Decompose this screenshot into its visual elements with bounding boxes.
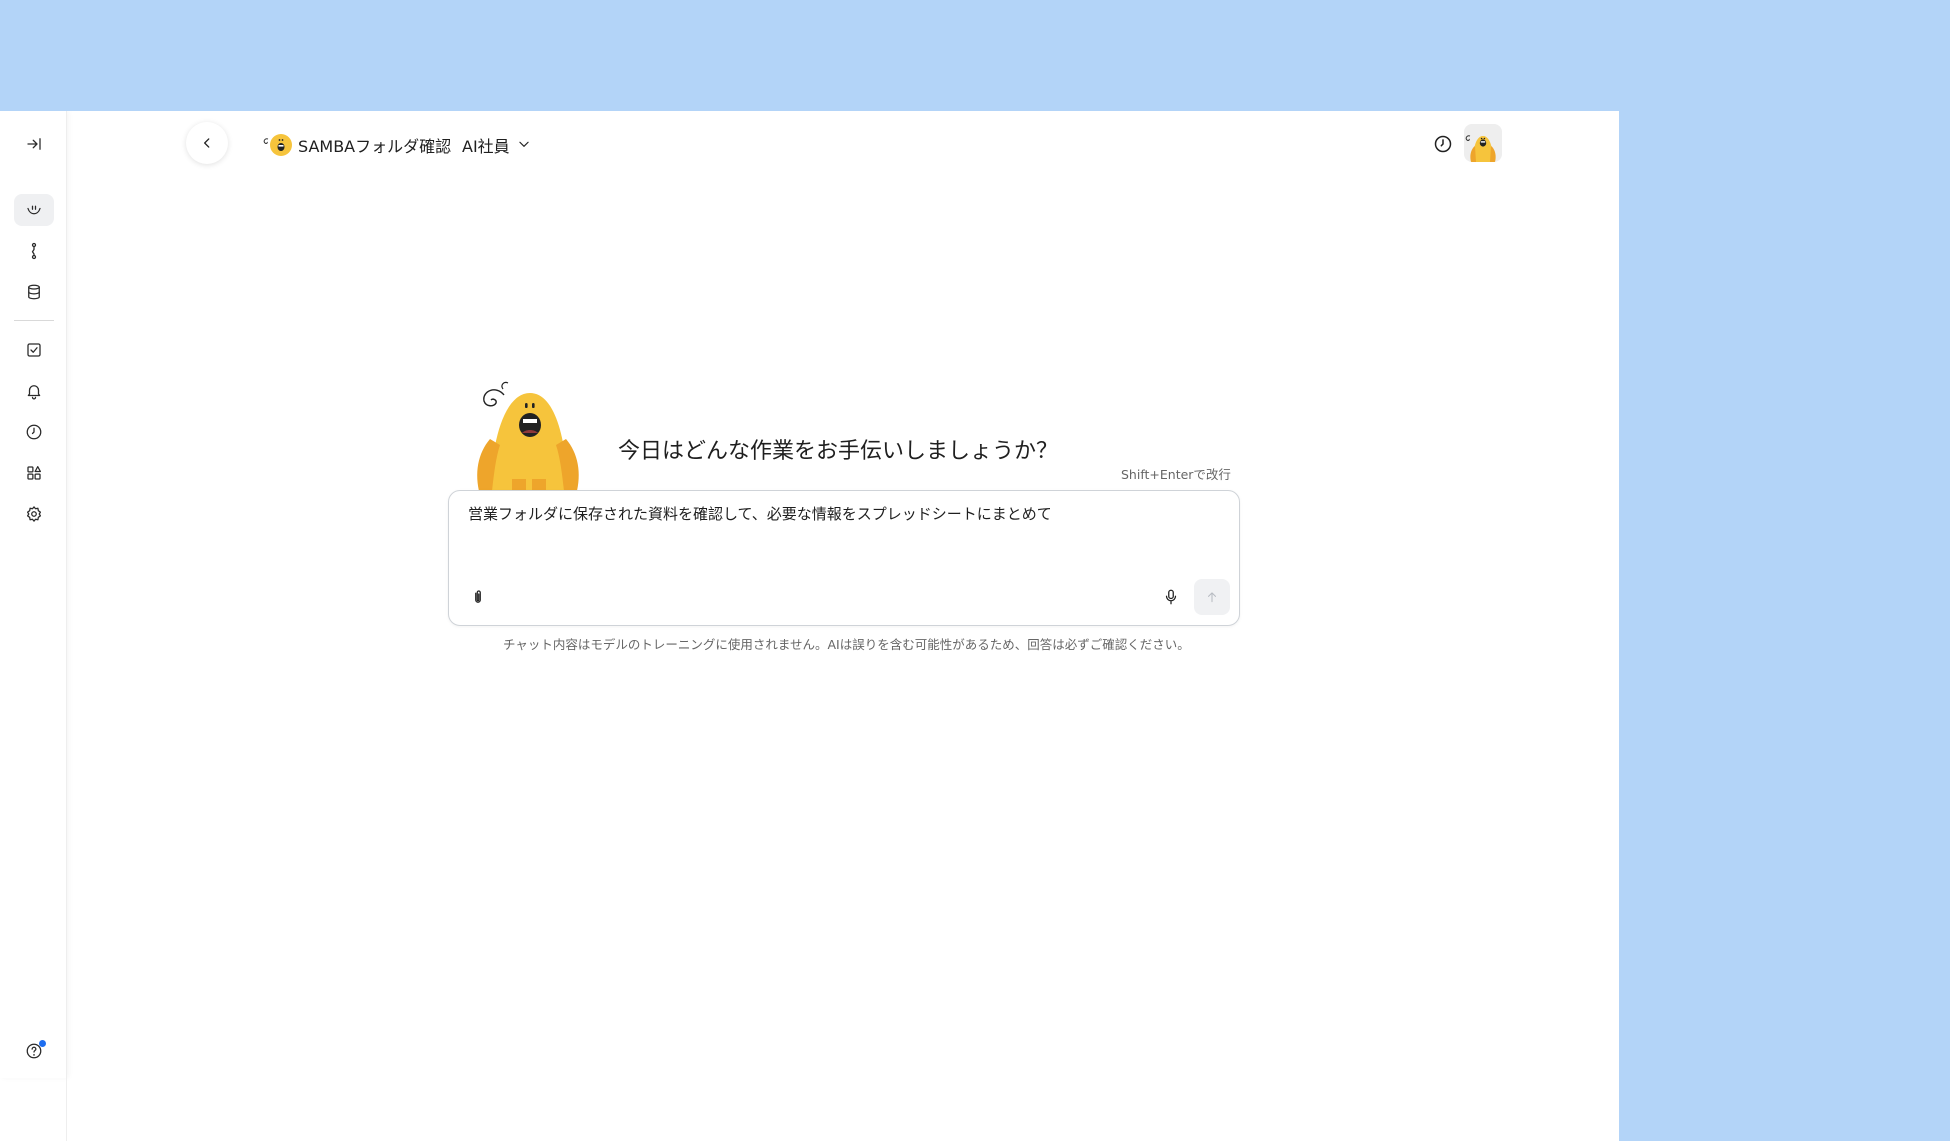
user-avatar[interactable] [1464,124,1502,162]
workflow-icon [31,242,37,260]
chat-composer: 営業フォルダに保存された資料を確認して、必要な情報をスプレッドシートにまとめて [448,490,1240,626]
paperclip-icon [475,590,481,603]
send-button[interactable] [1194,579,1230,615]
apps-icon [27,465,42,480]
bell-icon [27,385,41,400]
sidebar-item-apps[interactable] [14,457,54,489]
arrow-up-icon [1207,592,1217,603]
gear-icon [26,506,42,522]
help-notification-badge [39,1040,46,1047]
clock-icon [26,424,42,440]
expand-sidebar-button[interactable] [14,128,54,160]
agent-title: SAMBAフォルダ確認 [298,137,452,156]
chevron-left-icon [204,138,210,148]
agent-avatar [263,134,292,156]
chevron-down-icon [519,141,529,147]
sidebar [0,111,67,1078]
avatar-image [1465,135,1496,162]
agent-role-selector[interactable]: AI社員 [462,133,510,157]
microphone-button[interactable] [1160,585,1182,609]
mascot-illustration [477,381,579,503]
greeting-heading: 今日はどんな作業をお手伝いしましょうか？ [618,439,1059,464]
sidebar-item-settings[interactable] [14,498,54,530]
sidebar-item-history[interactable] [14,416,54,448]
smile-chat-icon [27,205,41,215]
back-button[interactable] [186,122,228,164]
panel-expand-icon [27,138,41,150]
message-input[interactable]: 営業フォルダに保存された資料を確認して、必要な情報をスプレッドシートにまとめて [468,503,1208,525]
sidebar-item-workflow[interactable] [14,235,54,267]
disclaimer-text: チャット内容はモデルのトレーニングに使用されません。AIは誤りを含む可能性がある… [503,637,1190,652]
sidebar-item-tasks[interactable] [14,334,54,366]
sidebar-item-database[interactable] [14,276,54,308]
sidebar-item-help[interactable] [14,1035,54,1067]
sidebar-divider [14,320,54,321]
attach-button[interactable] [467,586,489,608]
microphone-icon [1165,589,1177,605]
sidebar-border [66,1078,67,1141]
checkbox-icon [27,343,41,357]
clock-icon [1434,135,1452,153]
newline-hint: Shift+Enterで改行 [1121,467,1231,482]
sidebar-item-notifications[interactable] [14,375,54,407]
history-button[interactable] [1431,132,1455,156]
app-window: SAMBAフォルダ確認 AI社員 今日はどんな作業をお手伝いしましょうか？ Sh… [0,111,1619,1141]
role-dropdown-button[interactable] [517,136,531,150]
sidebar-item-chat[interactable] [14,194,54,226]
database-icon [28,284,40,300]
